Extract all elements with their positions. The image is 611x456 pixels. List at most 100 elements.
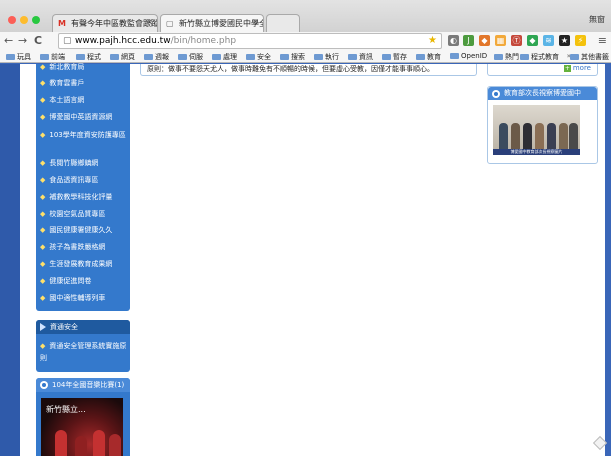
- bookmark-folder[interactable]: 網頁: [110, 52, 135, 62]
- sidebar-link[interactable]: ◆ 教育雲書戶: [40, 78, 128, 88]
- sidebar-link[interactable]: ◆ 補救教學科技化評量: [40, 192, 128, 202]
- browser-tab-gmail[interactable]: M 有聲今年中區教監會跟蹤結... ×: [52, 14, 158, 32]
- sidebar-link-panel: ◆ 新北教育局 ◆ 教育雲書戶 ◆ 本土語言網 ◆ 博愛國中英語資源網 ◆ 103學年度資…: [36, 62, 130, 311]
- zoom-window-button[interactable]: [32, 16, 40, 24]
- person-figure: [523, 123, 532, 149]
- sidebar-link[interactable]: ◆ 國中適性輔導列車: [40, 293, 128, 303]
- bookmark-folder[interactable]: 熱門: [494, 52, 519, 62]
- extension-icon[interactable]: ◆: [527, 35, 538, 46]
- forward-icon[interactable]: →: [18, 34, 27, 48]
- other-bookmarks-folder[interactable]: 其他書籤: [570, 52, 609, 62]
- bookmark-folder[interactable]: 伺服: [178, 52, 203, 62]
- photo-caption: 博愛國中教育部次長視察圖片: [493, 149, 580, 155]
- extension-icon[interactable]: ★: [559, 35, 570, 46]
- diamond-bullet-icon: ◆: [40, 176, 46, 184]
- sidebar-link[interactable]: ◆ 健康促進問卷: [40, 276, 128, 286]
- performer-figure: [75, 436, 87, 456]
- minister-visit-photo[interactable]: 博愛國中教育部次長視察圖片: [493, 105, 580, 155]
- diamond-bullet-icon: ◆: [40, 243, 46, 251]
- sidebar-link[interactable]: ◆ 103學年度資安防護專區: [40, 128, 128, 143]
- bookmark-folder[interactable]: 週報: [144, 52, 169, 62]
- security-panel: 資通安全 ◆ 資通安全管理系統實施原則: [36, 320, 130, 372]
- music-panel-header: 104年全國音樂比賽(1): [36, 378, 130, 392]
- flag-icon: [40, 323, 46, 331]
- browser-toolbar: ← → C ▢ www.pajh.hcc.edu.tw/bin/home.php…: [0, 32, 611, 50]
- security-panel-link[interactable]: ◆ 資通安全管理系統實施原則: [40, 340, 128, 364]
- bookmark-folder[interactable]: 搜索: [280, 52, 305, 62]
- page-icon: ▢: [166, 19, 174, 28]
- bookmark-folder[interactable]: OpenID: [450, 52, 487, 60]
- sidebar-link[interactable]: ◆ 新北教育局: [40, 62, 128, 72]
- tab-title: 新竹縣立博愛國民中學全球資...: [179, 19, 263, 28]
- sidebar-link[interactable]: ◆ 孩子為書跌嚴格網: [40, 242, 128, 252]
- sidebar-link[interactable]: ◆ 長閱竹縣鄉鎮網: [40, 158, 128, 168]
- performer-figure: [93, 430, 105, 456]
- principle-text-box: 原則：做事不要怨天尤人，做事時難免有不順暢的時候，但要虛心受教，因僅才能事事順心…: [140, 64, 477, 76]
- diamond-bullet-icon: ◆: [40, 294, 46, 302]
- sidebar-link[interactable]: ◆ 校園空氣品質專區: [40, 209, 128, 219]
- diamond-bullet-icon: ◆: [40, 63, 46, 71]
- video-thumbnail[interactable]: 新竹縣立...: [41, 398, 123, 456]
- url-text: www.pajh.hcc.edu.tw/bin/home.php: [75, 36, 237, 46]
- menu-icon[interactable]: ≡: [598, 34, 607, 47]
- page-info-icon[interactable]: ▢: [63, 36, 72, 46]
- person-figure: [559, 123, 568, 149]
- window-user-label: 無窗: [589, 15, 605, 24]
- diamond-bullet-icon: ◆: [40, 210, 46, 218]
- principle-text: 原則：做事不要怨天尤人，做事時難免有不順暢的時候，但要虛心受教，因僅才能事事順心…: [147, 65, 434, 73]
- person-figure: [569, 123, 578, 149]
- extension-icon[interactable]: ◐: [448, 35, 459, 46]
- back-icon[interactable]: ←: [4, 34, 13, 48]
- bookmark-folder[interactable]: 程式教育: [520, 52, 559, 62]
- browser-tab-school[interactable]: ▢ 新竹縣立博愛國民中學全球資... ×: [160, 14, 264, 32]
- bookmark-folder[interactable]: 玩具: [6, 52, 31, 62]
- diamond-bullet-icon: ◆: [40, 226, 46, 234]
- bookmark-star-icon[interactable]: ★: [428, 35, 437, 46]
- browser-tab-strip: M 有聲今年中區教監會跟蹤結... × ▢ 新竹縣立博愛國民中學全球資... ×…: [0, 0, 611, 32]
- bookmark-folder[interactable]: 執行: [314, 52, 339, 62]
- sidebar-link[interactable]: ◆ 本土語言網: [40, 95, 128, 105]
- sidebar-link[interactable]: ◆ 國民健康署健康久久: [40, 225, 128, 235]
- extension-icon[interactable]: J: [463, 35, 474, 46]
- diamond-bullet-icon: ◆: [40, 277, 46, 285]
- diamond-bullet-icon: ◆: [40, 159, 46, 167]
- bookmark-folder[interactable]: 程式: [76, 52, 101, 62]
- bookmark-folder[interactable]: 教育: [416, 52, 441, 62]
- reload-icon[interactable]: C: [34, 34, 42, 48]
- minister-visit-panel: 教育部次長視察博愛國中 博愛國中教育部次長視察圖片: [487, 86, 598, 164]
- security-panel-header: 資通安全: [36, 320, 130, 334]
- bookmark-folder[interactable]: 暫存: [382, 52, 407, 62]
- close-tab-icon[interactable]: ×: [146, 17, 153, 26]
- extension-icon[interactable]: Ⓣ: [511, 35, 522, 46]
- more-link[interactable]: + more: [563, 64, 591, 72]
- bookmark-folder[interactable]: 前端: [40, 52, 65, 62]
- minister-panel-header: 教育部次長視察博愛國中: [488, 87, 597, 100]
- circle-bullet-icon: [40, 381, 48, 389]
- extension-icon[interactable]: ▦: [495, 35, 506, 46]
- address-bar[interactable]: ▢ www.pajh.hcc.edu.tw/bin/home.php ★: [58, 33, 442, 49]
- bookmark-folder[interactable]: 安全: [246, 52, 271, 62]
- diamond-bullet-icon: ◆: [40, 79, 46, 87]
- sidebar-link[interactable]: ◆ 生涯發展教育成果網: [40, 259, 128, 269]
- extension-icon[interactable]: ◆: [479, 35, 490, 46]
- gmail-icon: M: [58, 19, 66, 28]
- diamond-bullet-icon: ◆: [40, 342, 46, 350]
- tab-title: 有聲今年中區教監會跟蹤結...: [71, 19, 158, 28]
- bookmark-folder[interactable]: 處理: [212, 52, 237, 62]
- diamond-bullet-icon: ◆: [40, 96, 46, 104]
- minimize-window-button[interactable]: [20, 16, 28, 24]
- new-tab-button[interactable]: [266, 14, 300, 32]
- page-background-edge: [0, 64, 20, 456]
- diamond-bullet-icon: ◆: [40, 113, 46, 121]
- person-figure: [547, 123, 556, 149]
- sidebar-link[interactable]: ◆ 博愛國中英語資源網: [40, 112, 128, 122]
- close-window-button[interactable]: [8, 16, 16, 24]
- sidebar-link[interactable]: ◆ 食品透資訊專區: [40, 175, 128, 185]
- bookmark-folder[interactable]: 資訊: [348, 52, 373, 62]
- diamond-bullet-icon: ◆: [40, 260, 46, 268]
- close-tab-icon[interactable]: ×: [252, 17, 259, 26]
- extension-icon[interactable]: ≋: [543, 35, 554, 46]
- extension-icon[interactable]: ⚡: [575, 35, 586, 46]
- video-title: 新竹縣立...: [46, 405, 86, 414]
- diamond-bullet-icon: ◆: [40, 193, 46, 201]
